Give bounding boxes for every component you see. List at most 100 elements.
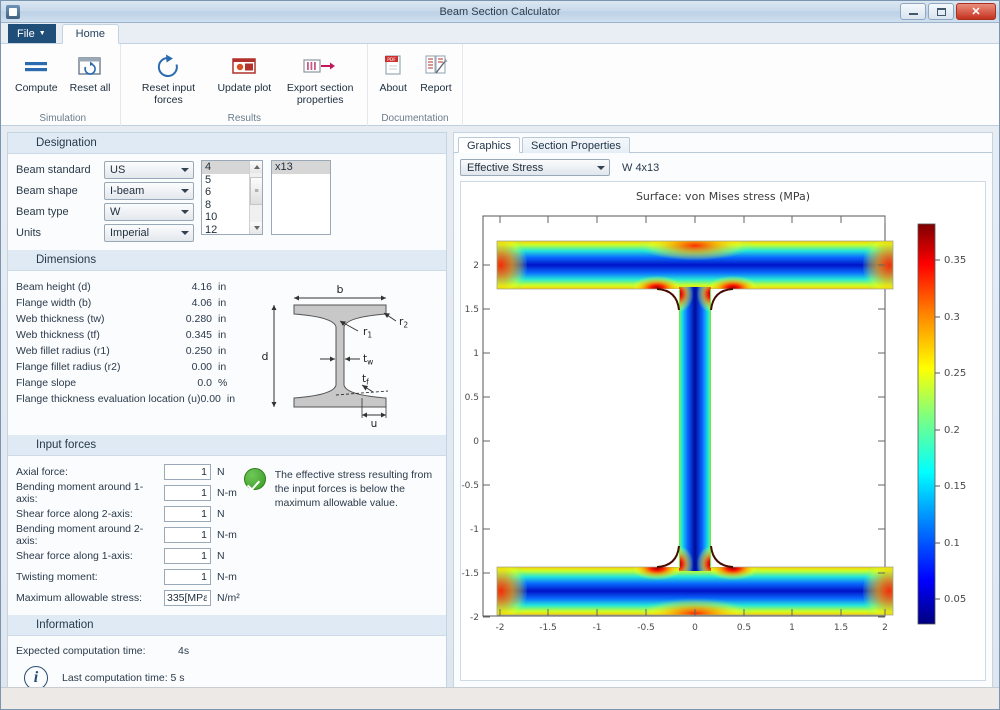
graphics-tab-strip: Graphics Section Properties [454, 133, 992, 153]
field-units: Units Imperial [16, 223, 198, 243]
y-tick: -1 [470, 525, 479, 535]
export-section-properties-label: Export section properties [286, 82, 354, 106]
colorbar-tick: 0.35 [944, 255, 966, 266]
compute-button[interactable]: Compute [9, 49, 64, 97]
beam-type-select[interactable]: W [104, 203, 194, 221]
listbox-scrollbar[interactable]: ≡ [249, 161, 262, 234]
tab-file[interactable]: File ▼ [8, 24, 56, 44]
shear-force-1-input[interactable] [164, 548, 211, 564]
ribbon-group-documentation: PDF About Report Documentation [368, 44, 463, 127]
reset-input-forces-button[interactable]: Reset input forces [125, 49, 211, 108]
update-plot-button[interactable]: Update plot [211, 49, 277, 97]
bending-moment-2-unit: N-m [217, 529, 237, 541]
bending-moment-1-input[interactable] [164, 485, 211, 501]
plot-type-value: Effective Stress [467, 161, 544, 174]
dimension-name: Web thickness (tw) [16, 313, 105, 325]
information-section-header: Information [8, 615, 446, 636]
bending-moment-1-unit: N-m [217, 487, 237, 499]
expected-computation-label: Expected computation time: [16, 645, 146, 657]
dimension-value: 4.06 [191, 297, 212, 309]
dimension-unit: in [218, 281, 227, 293]
dimension-row: Flange fillet radius (r2) 0.00 in [16, 359, 234, 375]
figure-label-r2: r2 [399, 316, 408, 330]
dimension-row: Web thickness (tw) 0.280 in [16, 311, 234, 327]
maximize-button[interactable] [928, 3, 954, 20]
stress-plot[interactable]: Surface: von Mises stress (MPa) 2 1.5 1 … [460, 181, 986, 681]
scroll-up-icon[interactable] [250, 161, 262, 173]
svg-text:PDF: PDF [387, 57, 396, 63]
bending-moment-2-input[interactable] [164, 527, 211, 543]
tab-graphics[interactable]: Graphics [458, 137, 521, 153]
y-tick: 1.5 [465, 305, 479, 315]
input-force-row: Axial force: N [16, 462, 240, 482]
application-window: Beam Section Calculator ✕ File ▼ Home Co… [0, 0, 1000, 710]
twisting-moment-unit: N-m [217, 571, 237, 583]
stress-status-message: The effective stress resulting from the … [274, 469, 433, 509]
plot-title: Surface: von Mises stress (MPa) [635, 190, 811, 203]
beam-type-value: W [110, 206, 121, 218]
section-designation-label: W 4x13 [622, 161, 660, 174]
plot-type-select[interactable]: Effective Stress [460, 159, 610, 176]
y-tick: 2 [473, 261, 479, 271]
figure-label-b: b [337, 283, 344, 296]
input-force-row: Shear force along 1-axis: N [16, 546, 240, 566]
max-allowable-stress-input[interactable] [164, 590, 211, 606]
pdf-about-icon: PDF [381, 51, 405, 81]
dimension-row: Beam height (d) 4.16 in [16, 279, 234, 295]
twisting-moment-input[interactable] [164, 569, 211, 585]
axial-force-input[interactable] [164, 464, 211, 480]
input-force-row: Maximum allowable stress: N/m² [16, 588, 240, 608]
y-tick: 0.5 [465, 393, 479, 403]
x-tick: 1 [789, 623, 795, 633]
scrollbar-thumb[interactable]: ≡ [250, 177, 262, 205]
beam-standard-label: Beam standard [16, 164, 91, 176]
beam-shape-select[interactable]: I-beam [104, 182, 194, 200]
tab-home[interactable]: Home [61, 24, 120, 44]
dimension-row: Flange thickness evaluation location (u)… [16, 391, 235, 407]
reset-input-forces-icon [153, 51, 183, 81]
beam-standard-select[interactable]: US [104, 161, 194, 179]
export-section-properties-button[interactable]: Export section properties [277, 49, 363, 108]
y-tick: -2 [470, 613, 479, 623]
window-controls: ✕ [900, 3, 996, 20]
figure-label-d: d [262, 350, 269, 363]
compute-label: Compute [15, 82, 58, 94]
beam-standard-value: US [110, 164, 126, 176]
units-select[interactable]: Imperial [104, 224, 194, 242]
designation-section-body: Beam standard US Beam shape I-beam Beam … [8, 154, 446, 250]
report-icon [422, 51, 450, 81]
shear-force-2-unit: N [217, 508, 225, 520]
ribbon-group-label-simulation: Simulation [39, 113, 87, 124]
x-tick: 1.5 [834, 623, 848, 633]
beam-size-listbox[interactable]: 4 5 6 8 10 12 14 ≡ [201, 160, 263, 235]
report-label: Report [420, 82, 452, 94]
dimension-value: 0.250 [185, 345, 212, 357]
reset-all-label: Reset all [69, 82, 111, 94]
input-force-row: Bending moment around 2-axis: N-m [16, 523, 240, 547]
close-button[interactable]: ✕ [956, 3, 996, 20]
shear-force-1-unit: N [217, 550, 225, 562]
about-button[interactable]: PDF About [372, 49, 414, 97]
tab-section-properties[interactable]: Section Properties [522, 137, 630, 153]
max-allowable-stress-label: Maximum allowable stress: [16, 592, 143, 604]
beam-weight-listbox[interactable]: x13 [271, 160, 331, 235]
colorbar-tick: 0.2 [944, 425, 960, 436]
dimension-unit: in [218, 313, 227, 325]
ribbon-group-results: Reset input forces Update plot Export se… [121, 44, 369, 127]
expected-computation-row: Expected computation time: 4s [16, 642, 438, 660]
report-button[interactable]: Report [414, 49, 458, 97]
shear-force-2-input[interactable] [164, 506, 211, 522]
update-plot-label: Update plot [217, 82, 272, 94]
expected-computation-value: 4s [178, 645, 190, 657]
chevron-down-icon: ▼ [38, 30, 46, 37]
scroll-down-icon[interactable] [250, 222, 262, 234]
update-plot-icon [230, 51, 258, 81]
chevron-down-icon [597, 165, 605, 170]
dimension-row: Web fillet radius (r1) 0.250 in [16, 343, 234, 359]
list-item[interactable]: x13 [272, 161, 330, 174]
reset-all-button[interactable]: Reset all [64, 49, 117, 97]
ribbon-group-simulation: Compute Reset all Simulation [5, 44, 122, 127]
minimize-button[interactable] [900, 3, 926, 20]
bending-moment-2-label: Bending moment around 2-axis: [16, 523, 144, 547]
dimension-value: 0.280 [185, 313, 212, 325]
